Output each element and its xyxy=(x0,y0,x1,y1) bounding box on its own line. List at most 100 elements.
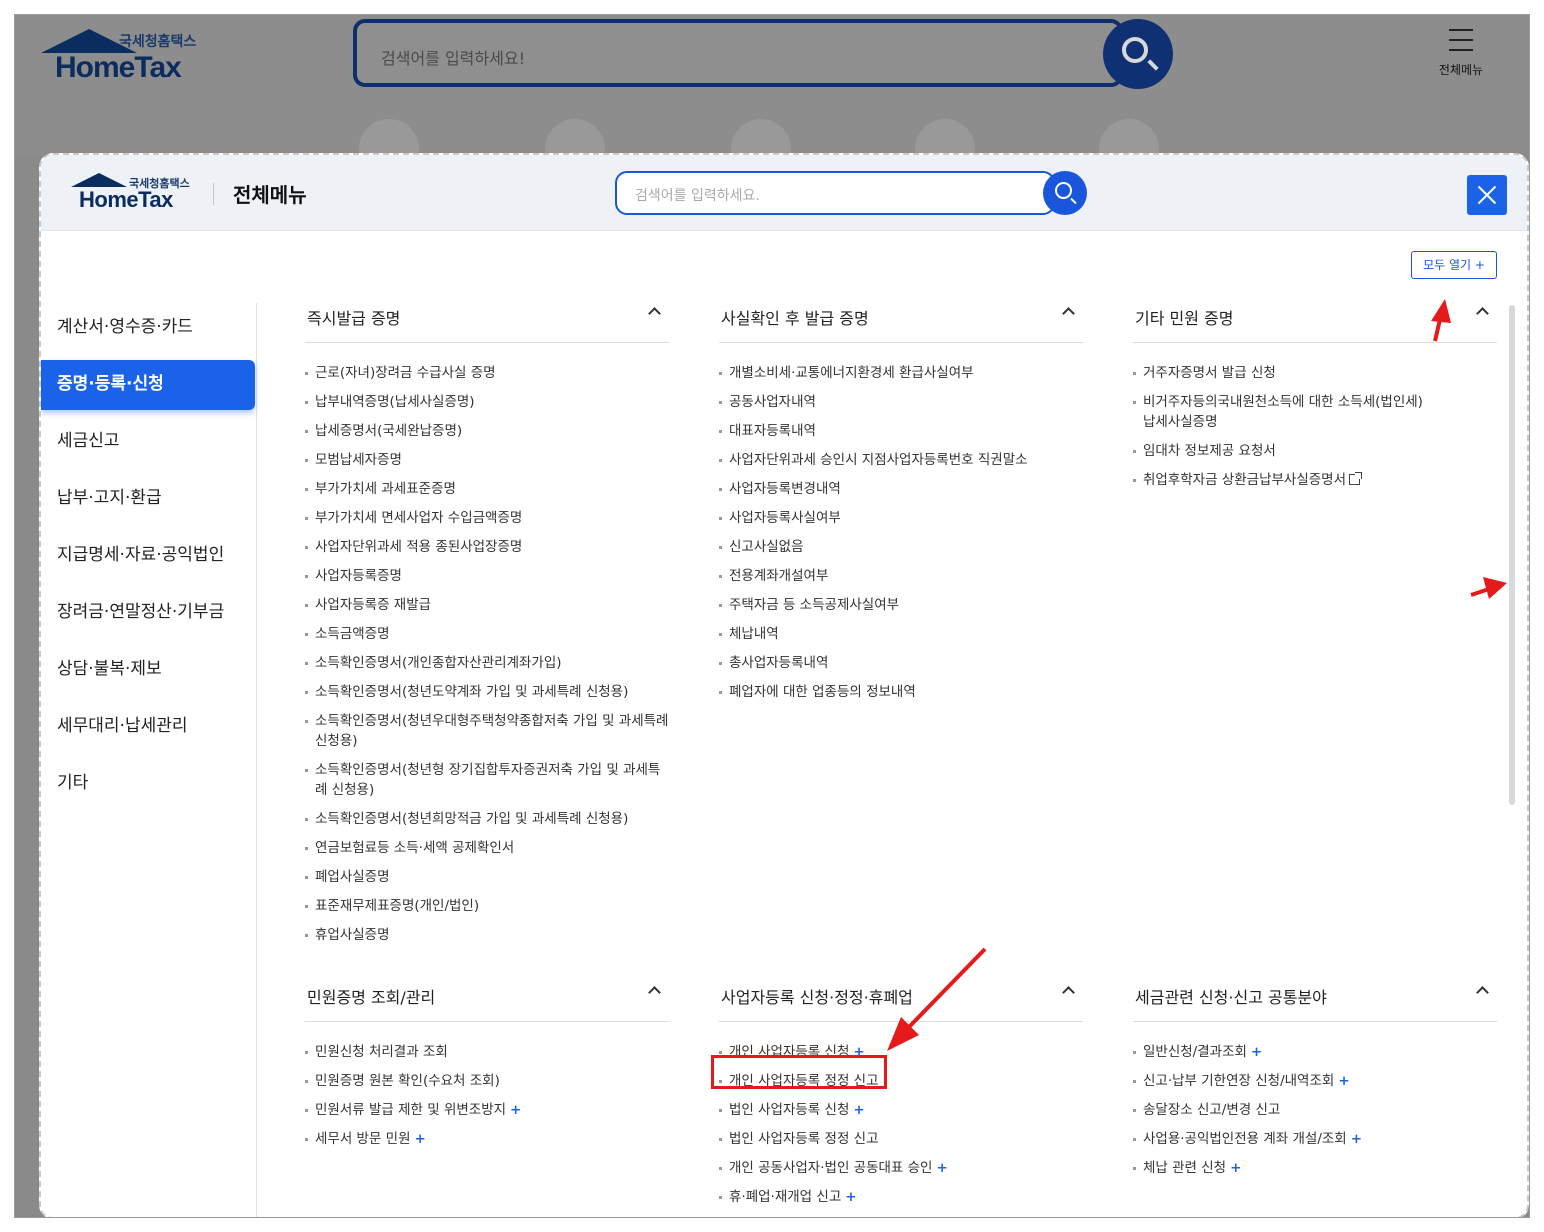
list-item[interactable]: 전용계좌개설여부 xyxy=(719,566,1083,586)
list-item[interactable]: 취업후학자금 상환금납부사실증명서 xyxy=(1133,470,1497,490)
sidebar-item-incentive[interactable]: 장려금·연말정산·기부금 xyxy=(41,588,256,638)
section-header[interactable]: 즉시발급 증명 xyxy=(305,299,669,343)
list-item[interactable]: 부가가치세 과세표준증명 xyxy=(305,479,669,499)
header-divider xyxy=(213,183,214,205)
sidebar-item-consult[interactable]: 상담·불복·제보 xyxy=(41,645,256,695)
section-header[interactable]: 기타 민원 증명 xyxy=(1133,299,1497,343)
background-header: 국세청홈택스 HomeTax 검색어를 입력하세요! 전체메뉴 xyxy=(15,15,1529,159)
expand-plus-icon[interactable]: + xyxy=(845,1189,856,1205)
background-search-button[interactable] xyxy=(1103,19,1173,89)
list-item[interactable]: 소득확인증명서(청년우대형주택청약종합저축 가입 및 과세특례 신청용) xyxy=(305,711,669,751)
list-item[interactable]: 사업자등록증명 xyxy=(305,566,669,586)
list-item[interactable]: 대표자등록내역 xyxy=(719,421,1083,441)
expand-plus-icon[interactable]: + xyxy=(1230,1160,1241,1176)
list-item[interactable]: 법인 사업자등록 신청 + xyxy=(719,1100,1083,1120)
list-item[interactable]: 사업용·공익법인전용 계좌 개설/조회 + xyxy=(1133,1129,1497,1149)
section-header[interactable]: 사업자등록 신청·정정·휴폐업 xyxy=(719,978,1083,1022)
modal-scrollbar[interactable] xyxy=(1509,305,1515,805)
expand-plus-icon[interactable]: + xyxy=(853,1102,864,1118)
chevron-up-icon[interactable] xyxy=(1062,307,1075,320)
list-item[interactable]: 납부내역증명(납세사실증명) xyxy=(305,392,669,412)
list-item[interactable]: 민원신청 처리결과 조회 xyxy=(305,1042,669,1062)
section-business-registration: 사업자등록 신청·정정·휴폐업 개인 사업자등록 신청 + 개인 사업자등록 정정… xyxy=(719,978,1083,1216)
list-item[interactable]: 소득금액증명 xyxy=(305,624,669,644)
list-item[interactable]: 법인 사업자등록 정정 신고 xyxy=(719,1129,1083,1149)
list-item[interactable]: 민원서류 발급 제한 및 위변조방지 + xyxy=(305,1100,669,1120)
section-verified-certificates: 사실확인 후 발급 증명 개별소비세·교통에너지환경세 환급사실여부 공동사업자… xyxy=(719,299,1083,711)
list-item[interactable]: 사업자단위과세 적용 종된사업장증명 xyxy=(305,537,669,557)
expand-plus-icon[interactable]: + xyxy=(936,1160,947,1176)
list-item[interactable]: 표준재무제표증명(개인/법인) xyxy=(305,896,669,916)
section-header[interactable]: 세금관련 신청·신고 공통분야 xyxy=(1133,978,1497,1022)
expand-plus-icon[interactable]: + xyxy=(510,1102,521,1118)
sidebar-item-agent[interactable]: 세무대리·납세관리 xyxy=(41,702,256,752)
list-item[interactable]: 일반신청/결과조회 + xyxy=(1133,1042,1497,1062)
list-item[interactable]: 사업자등록사실여부 xyxy=(719,508,1083,528)
list-item[interactable]: 체납 관련 신청 + xyxy=(1133,1158,1497,1178)
open-all-button[interactable]: 모두 열기 + xyxy=(1411,251,1497,279)
background-search-input[interactable]: 검색어를 입력하세요! xyxy=(353,19,1123,87)
list-item[interactable]: 거주자증명서 발급 신청 xyxy=(1133,363,1497,383)
list-item[interactable]: 비거주자등의국내원천소득에 대한 소득세(법인세) 납세사실증명 xyxy=(1133,392,1433,432)
list-item[interactable]: 연금보험료등 소득·세액 공제확인서 xyxy=(305,838,669,858)
sidebar-item-invoice[interactable]: 계산서·영수증·카드 xyxy=(41,303,256,353)
section-header[interactable]: 사실확인 후 발급 증명 xyxy=(719,299,1083,343)
list-item[interactable]: 체납내역 xyxy=(719,624,1083,644)
section-header[interactable]: 민원증명 조회/관리 xyxy=(305,978,669,1022)
list-item[interactable]: 신고·납부 기한연장 신청/내역조회 + xyxy=(1133,1071,1497,1091)
chevron-up-icon[interactable] xyxy=(648,986,661,999)
search-icon xyxy=(1122,37,1148,63)
modal-hometax-logo[interactable]: 국세청홈택스 HomeTax xyxy=(71,171,201,217)
chevron-up-icon[interactable] xyxy=(648,307,661,320)
hometax-logo[interactable]: 국세청홈택스 HomeTax xyxy=(41,29,211,89)
sidebar-item-tax-return[interactable]: 세금신고 xyxy=(41,417,256,467)
full-menu-button[interactable]: 전체메뉴 xyxy=(1431,29,1491,85)
expand-plus-icon[interactable]: + xyxy=(1251,1044,1262,1060)
chevron-up-icon[interactable] xyxy=(1062,986,1075,999)
list-item[interactable]: 사업자단위과세 승인시 지점사업자등록번호 직권말소 xyxy=(719,450,1083,470)
list-item[interactable]: 폐업자에 대한 업종등의 정보내역 xyxy=(719,682,1083,702)
list-item-label: 세무서 방문 민원 xyxy=(315,1131,411,1147)
list-item[interactable]: 개인 공동사업자·법인 공동대표 승인 + xyxy=(719,1158,1083,1178)
sidebar-item-statement[interactable]: 지급명세·자료·공익법인 xyxy=(41,531,256,581)
chevron-up-icon[interactable] xyxy=(1476,986,1489,999)
list-item[interactable]: 주택자금 등 소득공제사실여부 xyxy=(719,595,1083,615)
logo-korean-text: 국세청홈택스 xyxy=(119,34,197,50)
list-item[interactable]: 소득확인증명서(청년도약계좌 가입 및 과세특례 신청용) xyxy=(305,682,669,702)
list-item[interactable]: 부가가치세 면세사업자 수입금액증명 xyxy=(305,508,669,528)
list-item[interactable]: 사업자등록변경내역 xyxy=(719,479,1083,499)
list-item[interactable]: 개별소비세·교통에너지환경세 환급사실여부 xyxy=(719,363,1083,383)
list-item[interactable]: 소득확인증명서(청년희망적금 가입 및 과세특례 신청용) xyxy=(305,809,669,829)
list-item[interactable]: 임대차 정보제공 요청서 xyxy=(1133,441,1497,461)
list-item[interactable]: 세무서 방문 민원 + xyxy=(305,1129,669,1149)
list-item[interactable]: 근로(자녀)장려금 수급사실 증명 xyxy=(305,363,669,383)
expand-plus-icon[interactable]: + xyxy=(1351,1131,1362,1147)
sidebar-item-payment[interactable]: 납부·고지·환급 xyxy=(41,474,256,524)
list-item[interactable]: 총사업자등록내역 xyxy=(719,653,1083,673)
search-icon-handle xyxy=(1070,197,1077,205)
expand-plus-icon[interactable]: + xyxy=(415,1131,426,1147)
list-item[interactable]: 휴업사실증명 xyxy=(305,925,669,945)
list-item[interactable]: 모범납세자증명 xyxy=(305,450,669,470)
search-icon-handle xyxy=(1147,59,1159,71)
list-item[interactable]: 공동사업자내역 xyxy=(719,392,1083,412)
list-item[interactable]: 민원증명 원본 확인(수요처 조회) xyxy=(305,1071,669,1091)
menu-search-button[interactable] xyxy=(1043,171,1087,215)
list-item[interactable]: 사업자등록증 재발급 xyxy=(305,595,669,615)
menu-search-input[interactable]: 검색어를 입력하세요. xyxy=(615,171,1055,215)
sidebar-item-certificate[interactable]: 증명·등록·신청 xyxy=(41,360,255,410)
close-button[interactable] xyxy=(1467,175,1507,215)
list-item[interactable]: 소득확인증명서(청년형 장기집합투자증권저축 가입 및 과세특례 신청용) xyxy=(305,760,669,800)
category-sidebar: 계산서·영수증·카드 증명·등록·신청 세금신고 납부·고지·환급 지급명세·자… xyxy=(41,303,257,1217)
list-item[interactable]: 납세증명서(국세완납증명) xyxy=(305,421,669,441)
list-item[interactable]: 소득확인증명서(개인종합자산관리계좌가입) xyxy=(305,653,669,673)
list-item[interactable]: 폐업사실증명 xyxy=(305,867,669,887)
sidebar-item-etc[interactable]: 기타 xyxy=(41,759,256,809)
section-list: 개별소비세·교통에너지환경세 환급사실여부 공동사업자내역 대표자등록내역 사업… xyxy=(719,363,1083,702)
logo-english-text: HomeTax xyxy=(55,51,182,84)
expand-plus-icon[interactable]: + xyxy=(1338,1073,1349,1089)
chevron-up-icon[interactable] xyxy=(1476,307,1489,320)
list-item[interactable]: 송달장소 신고/변경 신고 xyxy=(1133,1100,1497,1120)
list-item[interactable]: 휴·폐업·재개업 신고 + xyxy=(719,1187,1083,1207)
list-item[interactable]: 신고사실없음 xyxy=(719,537,1083,557)
